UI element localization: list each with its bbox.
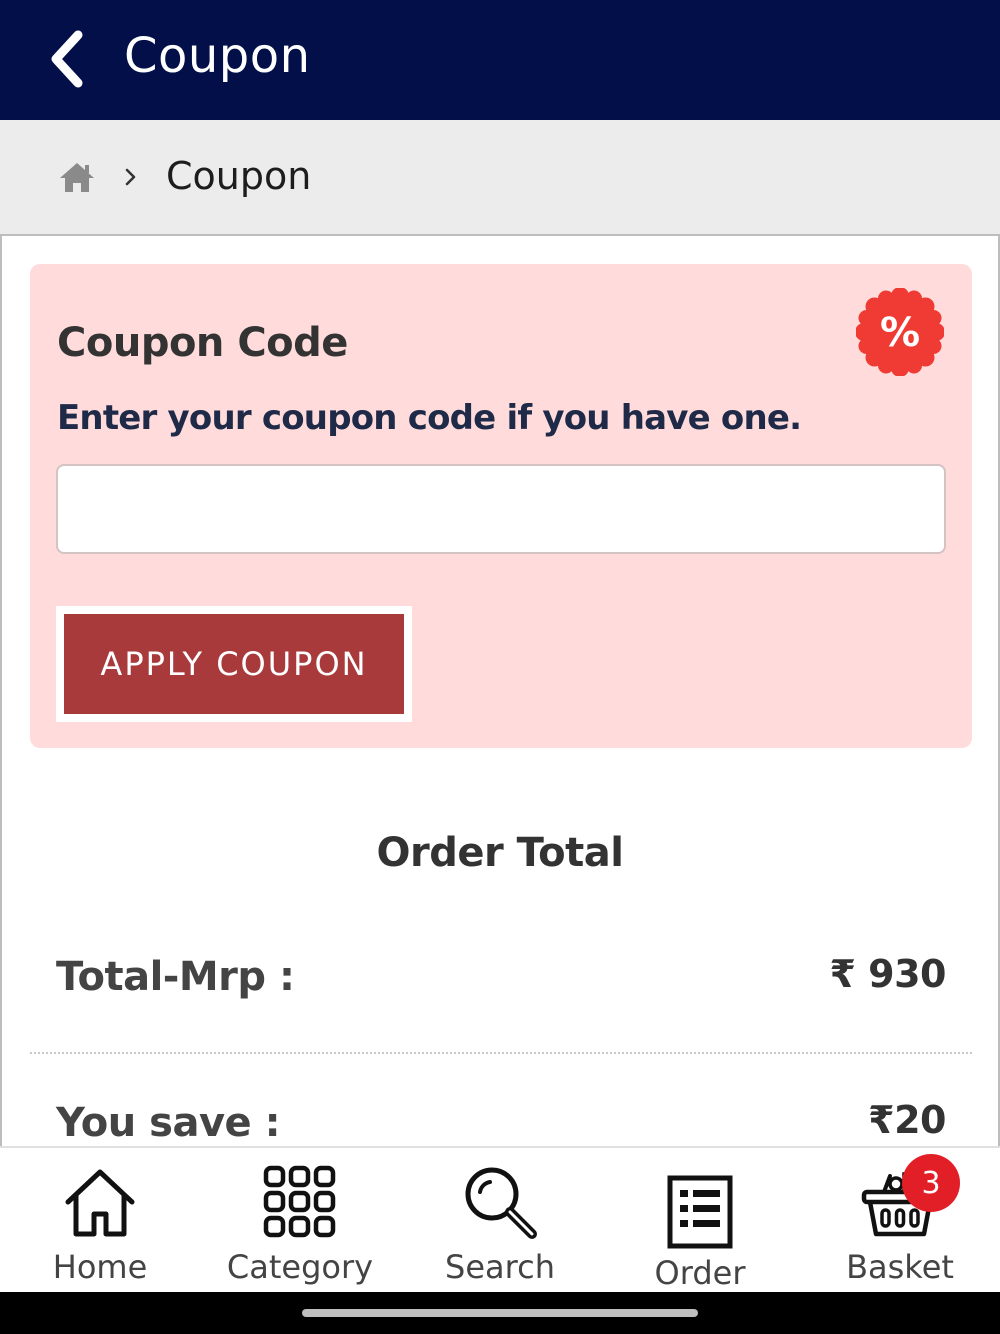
back-button[interactable]: [36, 24, 96, 94]
nav-home[interactable]: Home: [0, 1148, 200, 1294]
nav-basket[interactable]: 3 Basket: [800, 1148, 1000, 1294]
app-header: Coupon: [0, 0, 1000, 120]
total-mrp-label: Total-Mrp :: [56, 954, 295, 1000]
total-mrp-value: ₹ 930: [829, 952, 947, 996]
coupon-code-input[interactable]: [56, 464, 946, 554]
order-total-heading: Order Total: [376, 830, 624, 876]
bottom-nav: Home Category Search Order 3 Basket: [0, 1146, 1000, 1292]
nav-category[interactable]: Category: [200, 1148, 400, 1294]
home-icon[interactable]: [58, 160, 96, 194]
system-navigation-bar: [0, 1292, 1000, 1334]
percent-badge-text: %: [880, 310, 920, 356]
basket-count-badge: 3: [902, 1154, 960, 1212]
you-save-label: You save :: [56, 1100, 281, 1146]
coupon-title: Coupon Code: [57, 320, 348, 366]
order-list-icon: [667, 1175, 733, 1249]
home-indicator[interactable]: [302, 1309, 698, 1317]
breadcrumb: Coupon: [0, 120, 1000, 236]
chevron-left-icon: [51, 30, 83, 88]
apply-coupon-wrapper: APPLY COUPON: [56, 606, 412, 722]
nav-label-home: Home: [52, 1248, 148, 1286]
main-content: Coupon Code % Enter your coupon code if …: [0, 236, 1000, 1146]
you-save-value: ₹20: [868, 1098, 946, 1142]
apply-coupon-button[interactable]: APPLY COUPON: [64, 614, 404, 714]
divider: [30, 1052, 972, 1054]
grid-icon: [263, 1165, 336, 1238]
nav-label-order: Order: [654, 1254, 746, 1292]
breadcrumb-current: Coupon: [166, 154, 312, 198]
chevron-right-icon: [125, 168, 136, 186]
percent-badge-icon: %: [855, 287, 945, 377]
page-title: Coupon: [124, 28, 311, 84]
coupon-card: Coupon Code % Enter your coupon code if …: [30, 264, 972, 748]
nav-label-category: Category: [226, 1248, 374, 1286]
home-icon: [65, 1169, 135, 1237]
nav-order[interactable]: Order: [600, 1148, 800, 1294]
search-icon: [465, 1167, 537, 1239]
nav-label-basket: Basket: [846, 1248, 954, 1286]
nav-search[interactable]: Search: [400, 1148, 600, 1294]
coupon-description: Enter your coupon code if you have one.: [57, 398, 802, 438]
nav-label-search: Search: [445, 1248, 555, 1286]
